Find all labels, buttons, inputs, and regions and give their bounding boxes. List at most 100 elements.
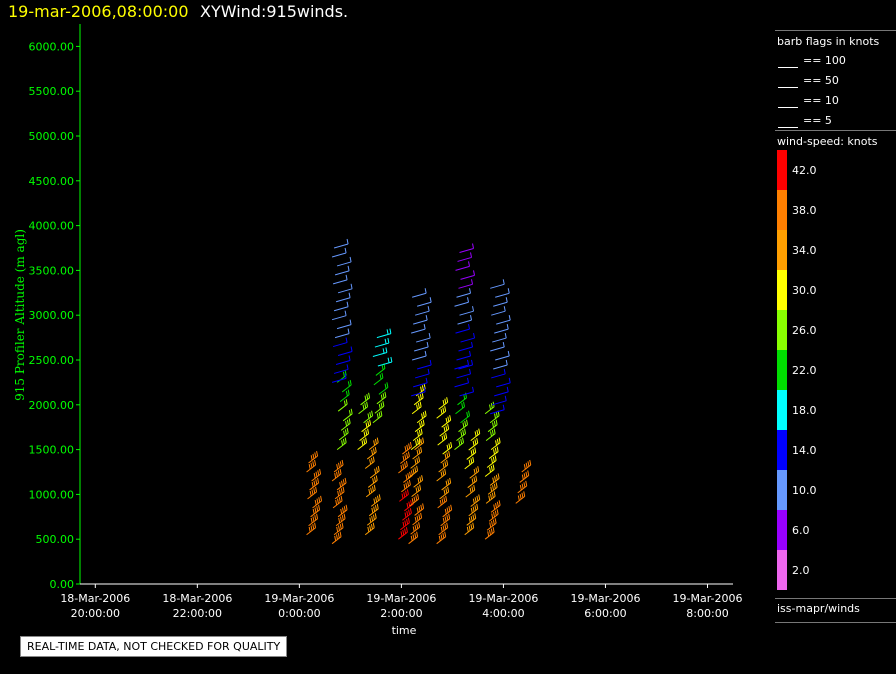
barb-tick [458,440,461,446]
barb-tick [471,341,474,348]
barb-staff [331,473,342,482]
barb-tick [490,486,493,492]
barb-tick [472,514,475,520]
barb-tick [478,428,481,434]
barb-tick [494,455,497,461]
barb-staff [457,319,472,325]
wind-barb [336,319,352,330]
barb-tick [498,437,501,443]
barb-tick [446,522,449,528]
barb-tick [365,429,368,436]
barb-tick [470,252,473,258]
barb-tick [373,506,376,512]
barb-tick [415,495,418,501]
barb-tick [341,515,344,521]
wind-barb [404,498,414,512]
barb-tick [319,468,322,475]
barb-tick [422,437,425,443]
barb-flag-icon [778,62,798,68]
wind-barb [340,418,351,431]
x-tick-label-date: 18-Mar-2006 [162,592,232,605]
wind-barb [486,518,497,531]
barb-tick [349,256,352,263]
barb-tick [450,441,453,448]
barb-tick [472,522,475,528]
barb-tick [424,410,427,416]
wind-barb [401,479,411,493]
barb-tick [448,443,451,449]
barb-tick [310,525,313,531]
barb-tick [420,428,423,434]
barb-tick [404,528,407,534]
barb-tick [372,448,375,454]
y-tick-label: 2000.00 [29,399,75,412]
barb-tick [417,493,420,500]
wind-barb [400,517,410,531]
wind-barb [521,459,532,473]
barb-tick [473,270,476,276]
barb-staff [337,351,353,357]
barb-tick [341,522,344,528]
barb-staff [306,464,316,473]
barb-tick [472,243,475,249]
barb-tick [445,488,448,494]
legend-divider [775,130,896,131]
barb-tick [371,486,374,492]
barb-tick [409,508,412,514]
barb-tick [318,504,321,510]
barb-tick [491,429,494,436]
barb-tick [462,422,465,428]
y-tick-label: 4500.00 [29,175,75,188]
barb-tick [506,386,509,392]
barb-staff [460,337,475,343]
barb-tick [469,288,472,294]
wind-barb [337,504,348,518]
barb-tick [444,406,447,412]
wind-barb [335,355,351,365]
barb-tick [314,515,317,521]
barb-tick [341,507,344,513]
barb-tick [496,509,499,515]
barb-staff [412,355,427,361]
barb-tick [477,466,480,472]
barb-tick [444,468,447,475]
wind-barb [309,477,320,491]
wind-barb [400,451,410,464]
barb-tick [364,403,367,409]
barb-staff [485,495,496,504]
wind-barb [363,410,374,424]
barb-tick [494,447,497,454]
wind-barb [377,356,393,367]
barb-tick [467,377,470,383]
wind-barb [442,504,453,518]
wind-barb [487,419,498,433]
barb-tick [315,479,318,485]
wind-barb [402,441,412,455]
barb-staff [307,491,317,500]
y-tick-label: 3000.00 [29,309,75,322]
barb-tick [313,488,316,494]
barb-tick [462,429,465,436]
data-source-label: iss-mapr/winds [777,602,860,615]
wind-barb [311,468,322,482]
barb-tick [406,452,409,459]
wind-barb [366,446,377,460]
barb-staff [458,283,473,289]
barb-staff [411,406,422,415]
barb-tick [474,513,477,519]
barb-flags-title: barb flags in knots [777,35,880,48]
barb-tick [416,438,419,445]
wind-barb [335,292,351,303]
wind-barb [411,324,426,334]
barb-tick [417,431,420,437]
wind-barb [374,337,390,348]
barb-tick [444,453,447,459]
barb-tick [339,482,342,488]
barb-tick [369,459,372,465]
wind-barb [484,464,495,477]
barb-tick [361,440,364,446]
barb-staff [331,315,347,321]
barb-tick [312,453,315,459]
barb-tick [405,482,408,488]
barb-staff [437,437,447,446]
